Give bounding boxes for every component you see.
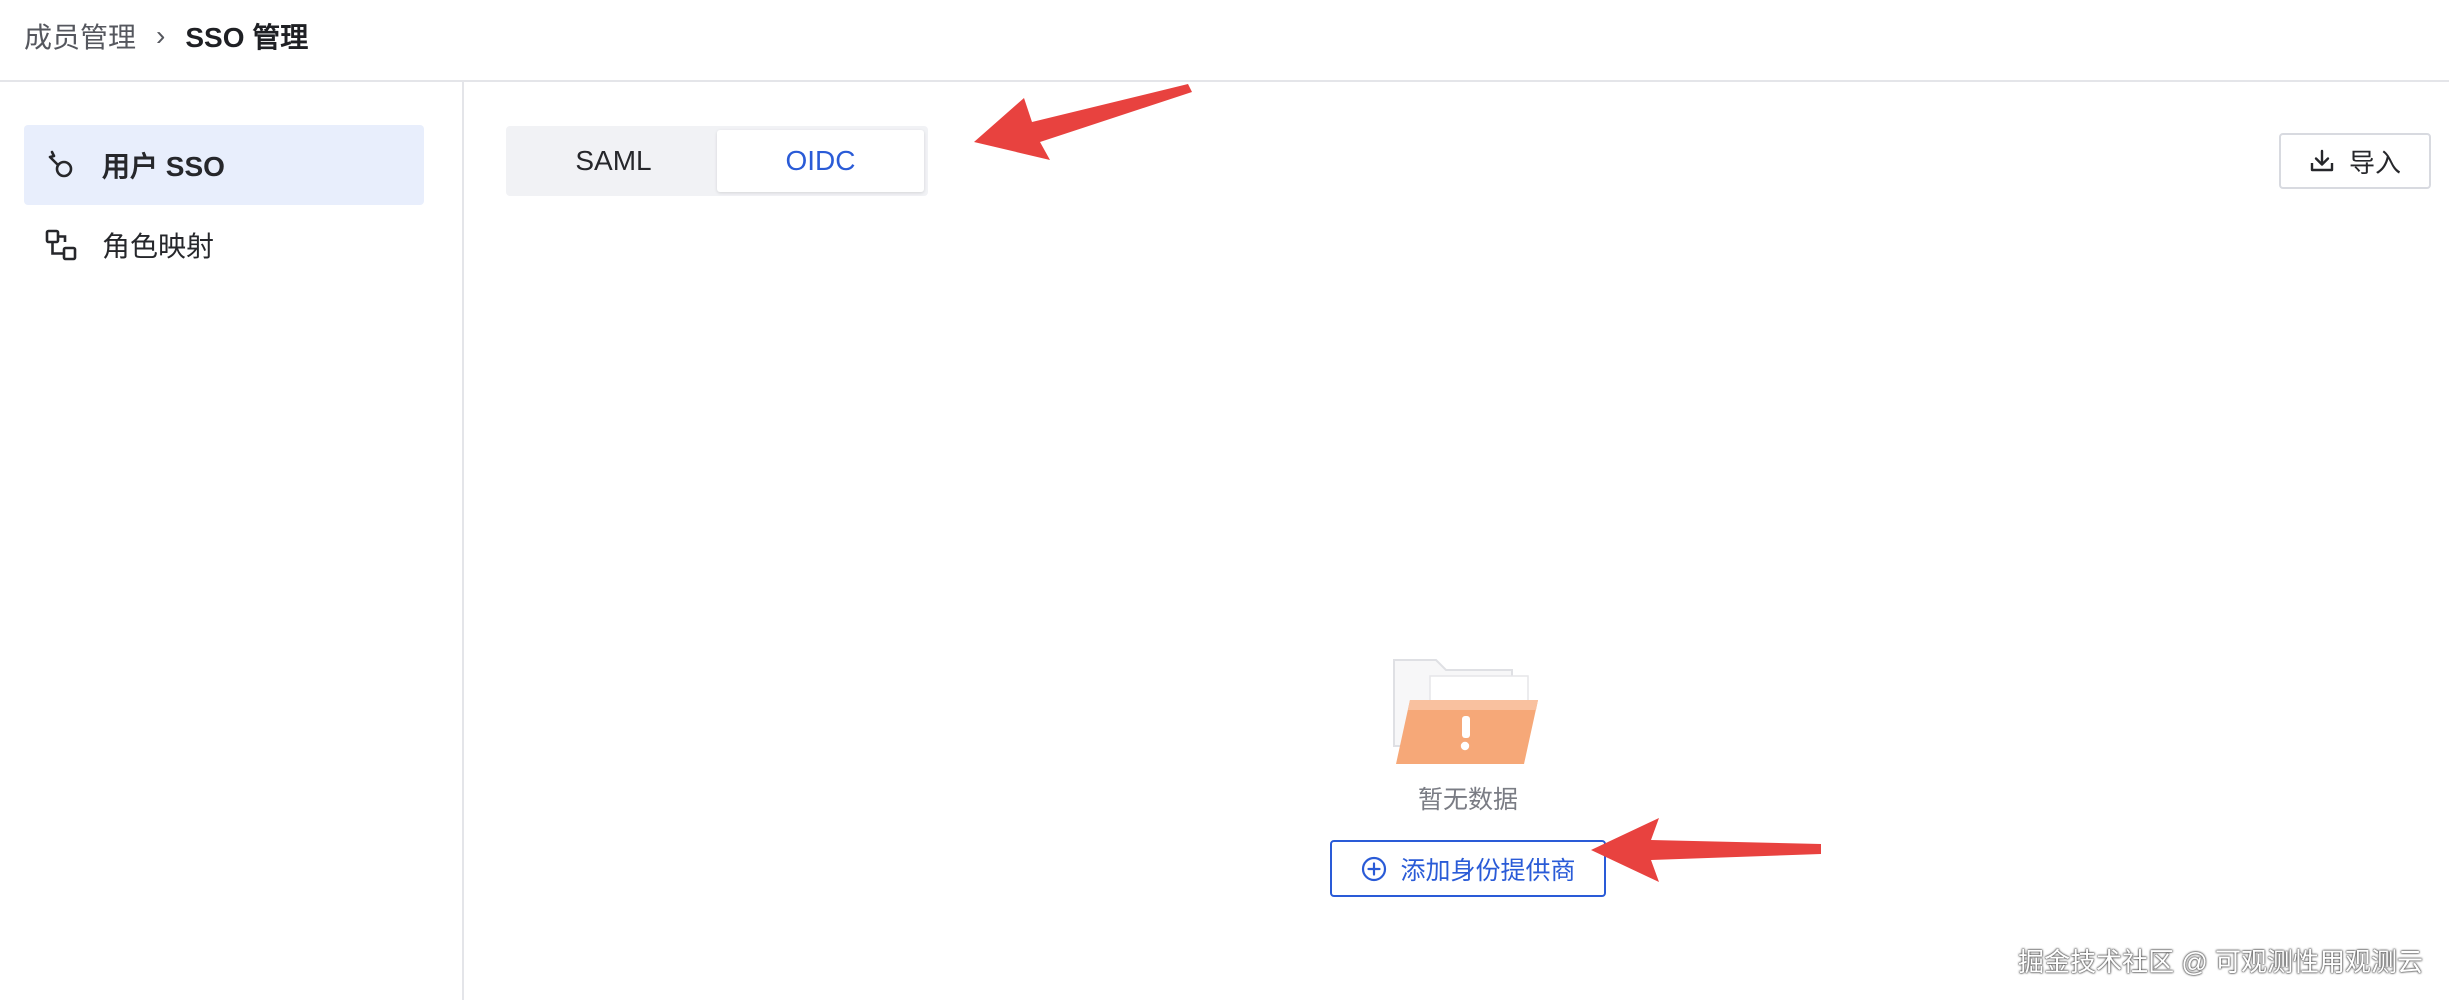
top-bar: 成员管理 › SSO 管理: [0, 0, 2449, 82]
import-label: 导入: [2348, 147, 2401, 178]
empty-folder-icon: [1388, 654, 1548, 768]
breadcrumb-separator: ›: [156, 20, 166, 51]
annotation-arrow-add-button: [1591, 818, 1821, 882]
import-button[interactable]: 导入: [2279, 133, 2431, 189]
user-sso-icon: [44, 148, 78, 182]
breadcrumb-current: SSO 管理: [185, 22, 309, 53]
annotation-arrow-tabs: [974, 84, 1192, 160]
add-identity-provider-label: 添加身份提供商: [1400, 856, 1576, 885]
sidebar-item-user-sso[interactable]: 用户 SSO: [24, 125, 424, 205]
sidebar: 用户 SSO 角色映射: [0, 82, 464, 1000]
plus-circle-icon: [1360, 855, 1388, 883]
tab-saml[interactable]: SAML: [510, 130, 717, 192]
protocol-tabs: SAML OIDC: [506, 126, 928, 196]
breadcrumb-parent[interactable]: 成员管理: [24, 16, 136, 56]
watermark-text: 掘金技术社区 @ 可观测性用观测云: [2018, 947, 2423, 977]
empty-state-text: 暂无数据: [1417, 786, 1518, 814]
sidebar-item-role-mapping[interactable]: 角色映射: [24, 205, 424, 285]
download-icon: [2309, 148, 2335, 174]
role-mapping-icon: [44, 228, 78, 262]
sidebar-item-label: 用户 SSO: [102, 151, 225, 182]
add-identity-provider-button[interactable]: 添加身份提供商: [1330, 840, 1606, 897]
sidebar-item-label: 角色映射: [102, 231, 215, 262]
tab-oidc[interactable]: OIDC: [717, 130, 924, 192]
breadcrumb: 成员管理 › SSO 管理: [24, 16, 308, 56]
